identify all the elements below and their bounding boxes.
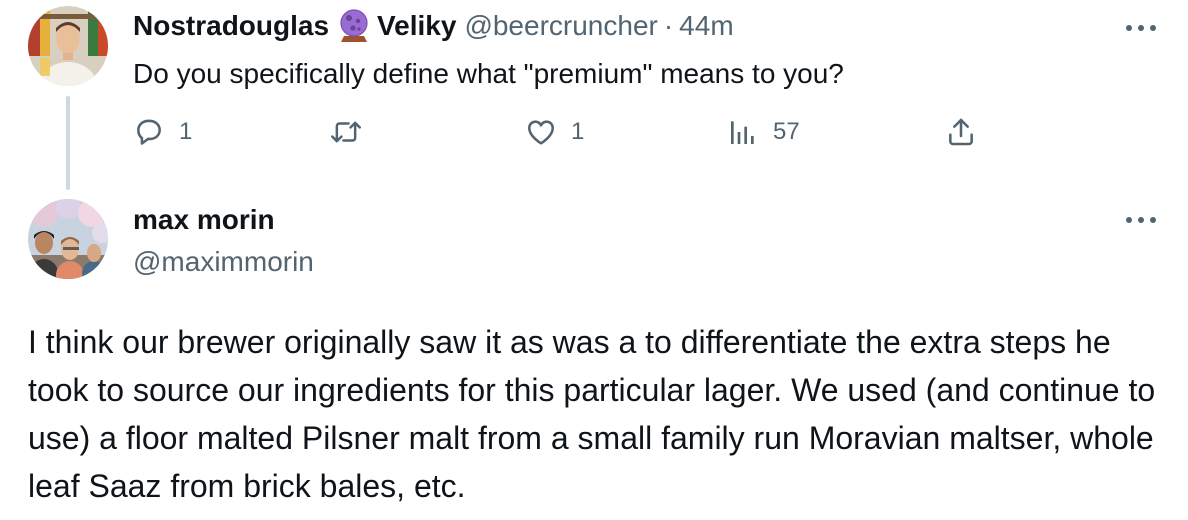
thread-line — [66, 96, 70, 190]
more-options-icon[interactable] — [1126, 23, 1156, 33]
tweet-actions: 1 1 57 — [133, 112, 993, 152]
heart-icon — [525, 116, 557, 148]
tweet-text: Do you specifically define what "premium… — [133, 58, 844, 89]
retweet-button[interactable] — [329, 112, 377, 152]
views-button[interactable]: 57 — [727, 112, 800, 152]
display-name[interactable]: Nostradouglas — [133, 10, 329, 42]
reply-icon — [133, 116, 165, 148]
like-count: 1 — [571, 118, 585, 145]
analytics-icon — [727, 116, 759, 148]
user-handle[interactable]: @beercruncher — [464, 10, 657, 42]
retweet-icon — [329, 116, 363, 148]
like-button[interactable]: 1 — [525, 112, 584, 152]
views-count: 57 — [773, 118, 800, 145]
share-icon — [945, 116, 977, 148]
reply-button[interactable]: 1 — [133, 112, 192, 152]
separator-dot: · — [663, 10, 674, 41]
tweet-text: I think our brewer originally saw it as … — [28, 324, 1156, 504]
display-name[interactable]: max morin — [133, 202, 275, 238]
timestamp[interactable]: 44m — [679, 10, 733, 42]
tweet-header: Nostradouglas Veliky @beercruncher · 44m — [133, 8, 734, 44]
display-name-suffix[interactable]: Veliky — [377, 10, 456, 42]
crystal-ball-icon — [339, 9, 369, 43]
reply-count: 1 — [179, 118, 193, 145]
more-options-icon[interactable] — [1126, 215, 1156, 225]
user-handle[interactable]: @maximmorin — [133, 244, 314, 280]
share-button[interactable] — [945, 112, 977, 152]
avatar[interactable] — [28, 6, 108, 86]
avatar[interactable] — [28, 199, 108, 279]
